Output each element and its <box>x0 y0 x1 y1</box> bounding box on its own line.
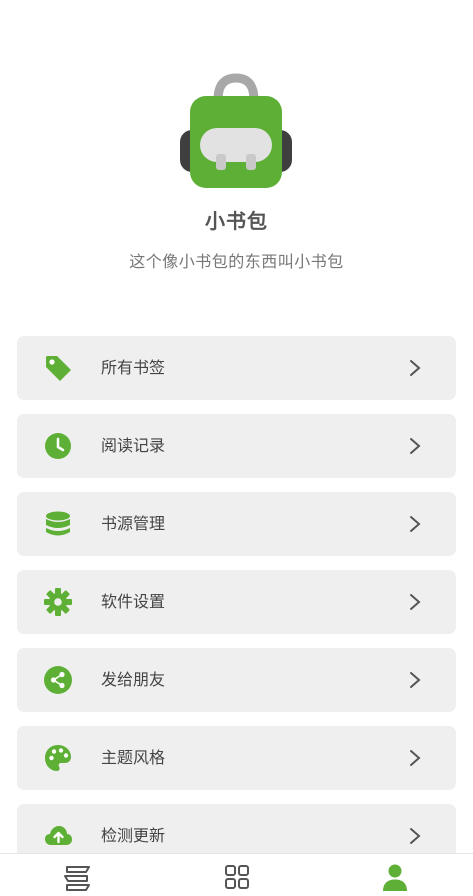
chevron-right-icon <box>410 828 421 844</box>
app-logo <box>180 73 292 188</box>
app-slogan: 这个像小书包的东西叫小书包 <box>129 252 344 271</box>
menu-item-label: 主题风格 <box>101 748 166 767</box>
chevron-right-icon <box>410 750 421 766</box>
palette-icon <box>45 745 71 771</box>
menu-item-reading-history[interactable]: 阅读记录 <box>17 414 456 478</box>
menu-item-share[interactable]: 发给朋友 <box>17 648 456 712</box>
chevron-right-icon <box>410 594 421 610</box>
menu-item-source-management[interactable]: 书源管理 <box>17 492 456 556</box>
chevron-right-icon <box>410 672 421 688</box>
gear-icon <box>44 588 72 616</box>
menu-item-label: 所有书签 <box>101 358 166 377</box>
app-name: 小书包 <box>205 209 268 233</box>
menu-item-theme[interactable]: 主题风格 <box>17 726 456 790</box>
chevron-right-icon <box>410 438 421 454</box>
clock-icon <box>45 433 71 459</box>
menu-item-label: 软件设置 <box>101 592 166 611</box>
database-icon <box>46 511 70 536</box>
chevron-right-icon <box>410 360 421 376</box>
bookshelf-icon[interactable] <box>62 862 92 892</box>
share-icon <box>44 666 72 694</box>
tag-icon <box>46 356 71 381</box>
cloud-upload-icon <box>45 826 72 845</box>
person-icon[interactable] <box>380 862 410 892</box>
menu-item-label: 阅读记录 <box>101 436 166 455</box>
menu-item-settings[interactable]: 软件设置 <box>17 570 456 634</box>
bottom-nav <box>0 853 473 896</box>
menu-item-label: 书源管理 <box>101 514 166 533</box>
grid-icon[interactable] <box>222 862 252 892</box>
chevron-right-icon <box>410 516 421 532</box>
menu-item-label: 发给朋友 <box>101 670 166 689</box>
menu-item-bookmarks[interactable]: 所有书签 <box>17 336 456 400</box>
